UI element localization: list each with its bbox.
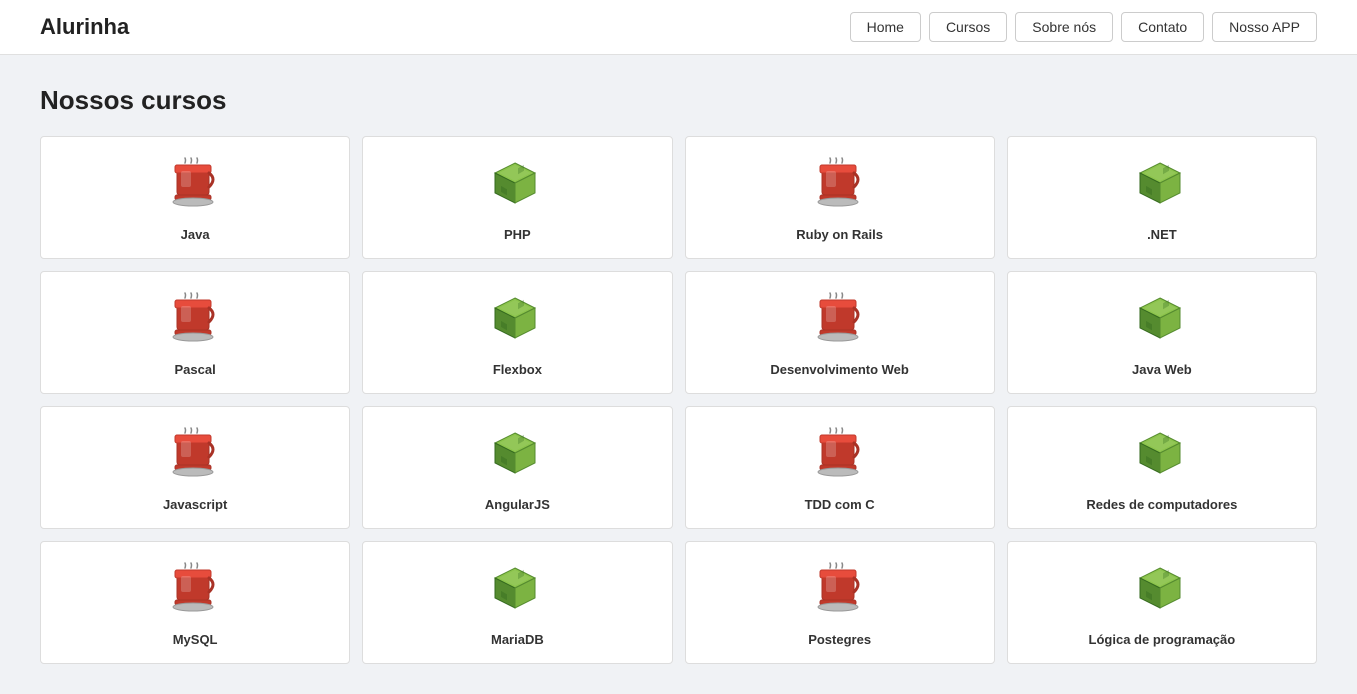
course-label-php: PHP: [504, 227, 531, 242]
course-label-redes-de-computadores: Redes de computadores: [1086, 497, 1237, 512]
course-label-desenvolvimento-web: Desenvolvimento Web: [770, 362, 908, 377]
course-card-javascript[interactable]: Javascript: [40, 406, 350, 529]
block-icon: [489, 427, 545, 487]
course-card-pascal[interactable]: Pascal: [40, 271, 350, 394]
course-label-pascal: Pascal: [175, 362, 216, 377]
coffee-icon: [167, 427, 223, 487]
coffee-icon: [167, 157, 223, 217]
course-label-tdd-com-c: TDD com C: [805, 497, 875, 512]
course-card-net[interactable]: .NET: [1007, 136, 1317, 259]
course-card-ruby-on-rails[interactable]: Ruby on Rails: [685, 136, 995, 259]
course-label-postegres: Postegres: [808, 632, 871, 647]
course-label-logica-de-programacao: Lógica de programação: [1089, 632, 1236, 647]
nav-contato-button[interactable]: Contato: [1121, 12, 1204, 42]
course-label-java: Java: [181, 227, 210, 242]
block-icon: [1134, 157, 1190, 217]
block-icon: [1134, 292, 1190, 352]
course-label-flexbox: Flexbox: [493, 362, 542, 377]
course-card-mariadb[interactable]: MariaDB: [362, 541, 672, 664]
course-card-php[interactable]: PHP: [362, 136, 672, 259]
course-label-angularjs: AngularJS: [485, 497, 550, 512]
nav-cursos-button[interactable]: Cursos: [929, 12, 1007, 42]
course-label-net: .NET: [1147, 227, 1177, 242]
course-label-mariadb: MariaDB: [491, 632, 544, 647]
block-icon: [489, 292, 545, 352]
course-card-java-web[interactable]: Java Web: [1007, 271, 1317, 394]
coffee-icon: [812, 157, 868, 217]
nav-sobre-button[interactable]: Sobre nós: [1015, 12, 1113, 42]
course-label-java-web: Java Web: [1132, 362, 1192, 377]
coffee-icon: [812, 292, 868, 352]
course-card-tdd-com-c[interactable]: TDD com C: [685, 406, 995, 529]
nav-app-button[interactable]: Nosso APP: [1212, 12, 1317, 42]
nav-home-button[interactable]: Home: [850, 12, 921, 42]
coffee-icon: [812, 427, 868, 487]
course-label-javascript: Javascript: [163, 497, 227, 512]
course-label-ruby-on-rails: Ruby on Rails: [796, 227, 883, 242]
course-card-angularjs[interactable]: AngularJS: [362, 406, 672, 529]
site-logo: Alurinha: [40, 14, 129, 40]
course-label-mysql: MySQL: [173, 632, 218, 647]
block-icon: [489, 157, 545, 217]
courses-grid: Java PHP Ruby on Rails .NET Pascal Flexbox Des…: [40, 136, 1317, 664]
course-card-postegres[interactable]: Postegres: [685, 541, 995, 664]
coffee-icon: [812, 562, 868, 622]
course-card-redes-de-computadores[interactable]: Redes de computadores: [1007, 406, 1317, 529]
coffee-icon: [167, 562, 223, 622]
course-card-mysql[interactable]: MySQL: [40, 541, 350, 664]
block-icon: [489, 562, 545, 622]
coffee-icon: [167, 292, 223, 352]
course-card-flexbox[interactable]: Flexbox: [362, 271, 672, 394]
course-card-java[interactable]: Java: [40, 136, 350, 259]
block-icon: [1134, 427, 1190, 487]
course-card-logica-de-programacao[interactable]: Lógica de programação: [1007, 541, 1317, 664]
course-card-desenvolvimento-web[interactable]: Desenvolvimento Web: [685, 271, 995, 394]
section-title: Nossos cursos: [40, 85, 1317, 116]
block-icon: [1134, 562, 1190, 622]
main-nav: Home Cursos Sobre nós Contato Nosso APP: [850, 12, 1317, 42]
